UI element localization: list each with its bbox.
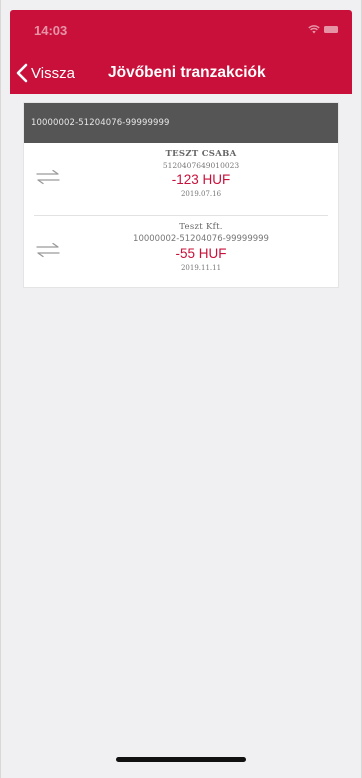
transaction-info: TESZT CSABA 5120407649010023 -123 HUF 20… — [74, 149, 328, 198]
transaction-account: 10000002-51204076-99999999 — [133, 234, 269, 244]
status-bar: 14:03 — [10, 10, 352, 50]
transaction-date: 2019.07.16 — [180, 190, 222, 198]
transaction-info: Teszt Kft. 10000002-51204076-99999999 -5… — [74, 222, 328, 272]
transaction-date: 2019.11.11 — [180, 264, 222, 272]
page-title: Jövőbeni tranzakciók — [108, 64, 266, 81]
content-area: 10000002-51204076-99999999 TESZT CSABA 5… — [10, 94, 352, 766]
transaction-row[interactable]: Teszt Kft. 10000002-51204076-99999999 -5… — [34, 215, 328, 287]
transaction-name: Teszt Kft. — [179, 222, 223, 232]
back-label: Vissza — [31, 64, 75, 82]
transaction-amount: -123 HUF — [171, 172, 231, 187]
app-header: 14:03 Vissza Jövőbeni tranzakciók — [10, 10, 352, 94]
back-button[interactable]: Vissza — [16, 60, 75, 86]
chevron-left-icon — [16, 63, 28, 83]
transaction-name: TESZT CSABA — [165, 149, 237, 159]
status-time: 14:03 — [34, 23, 68, 38]
account-number: 10000002-51204076-99999999 — [31, 118, 170, 128]
nav-bar: Vissza Jövőbeni tranzakciók — [10, 58, 352, 88]
transaction-account: 5120407649010023 — [162, 161, 240, 170]
transaction-amount: -55 HUF — [175, 246, 227, 261]
transaction-row[interactable]: TESZT CSABA 5120407649010023 -123 HUF 20… — [24, 143, 338, 215]
home-indicator[interactable] — [116, 757, 246, 762]
wifi-icon — [308, 25, 320, 34]
account-header: 10000002-51204076-99999999 — [24, 103, 338, 143]
battery-icon — [324, 26, 338, 33]
transactions-card: 10000002-51204076-99999999 TESZT CSABA 5… — [23, 102, 339, 288]
transfer-icon — [36, 242, 60, 258]
status-icons — [308, 25, 338, 34]
transfer-icon — [36, 169, 60, 185]
